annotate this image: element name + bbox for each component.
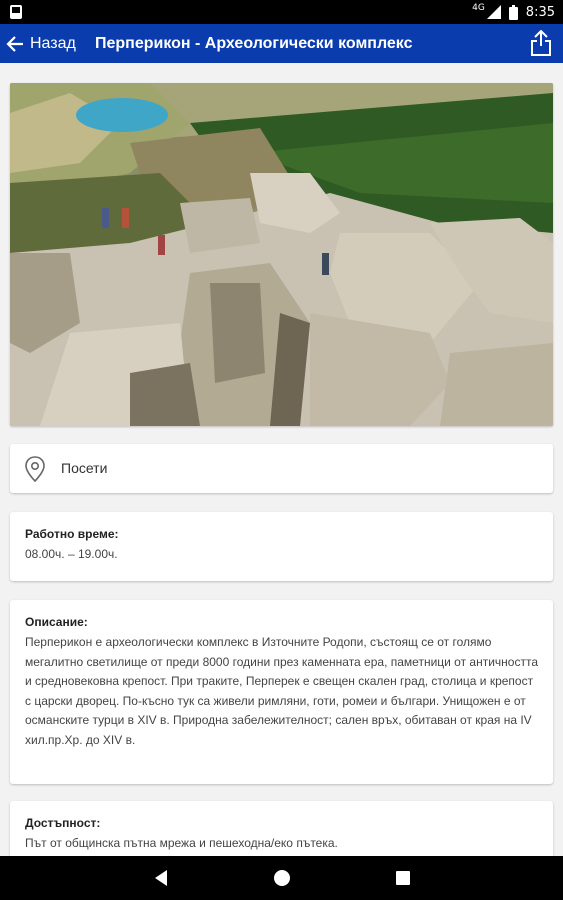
share-icon [531, 30, 551, 56]
visit-label: Посети [61, 460, 108, 476]
back-button[interactable]: Назад [6, 24, 76, 63]
status-bar: 4G 8:35 [0, 0, 563, 24]
home-circle-icon[interactable] [272, 868, 292, 888]
description-title: Описание: [25, 615, 88, 629]
description-card: Описание: Перперикон е археологически ко… [10, 600, 553, 784]
accessibility-text: Път от общинска пътна мрежа и пешеходна/… [25, 836, 338, 850]
arrow-back-icon [6, 35, 23, 52]
working-hours-text: 08.00ч. – 19.00ч. [25, 547, 118, 561]
clock: 8:35 [525, 4, 555, 20]
notification-icon [10, 5, 22, 19]
content-scroll[interactable]: Посети Работно време: 08.00ч. – 19.00ч. … [0, 63, 563, 856]
page-title: Перперикон - Археологически комплекс [95, 35, 413, 52]
system-nav-bar [0, 856, 563, 900]
recents-square-icon[interactable] [393, 868, 413, 888]
working-hours-title: Работно време: [25, 527, 119, 541]
app-bar: Назад Перперикон - Археологически компле… [0, 24, 563, 63]
location-pin-icon [25, 456, 45, 482]
back-triangle-icon[interactable] [152, 868, 172, 888]
share-button[interactable] [527, 29, 555, 57]
visit-button[interactable]: Посети [10, 444, 553, 493]
back-label: Назад [30, 34, 76, 52]
accessibility-card: Достъпност: Път от общинска пътна мрежа … [10, 801, 553, 856]
perperikon-photo-image [10, 83, 553, 426]
network-type: 4G [472, 3, 485, 13]
description-text: Перперикон е археологически комплекс в И… [25, 635, 539, 747]
signal-icon [486, 5, 501, 19]
working-hours-card: Работно време: 08.00ч. – 19.00ч. [10, 512, 553, 581]
accessibility-title: Достъпност: [25, 816, 101, 830]
landmark-photo [10, 83, 553, 426]
battery-icon [508, 4, 518, 20]
